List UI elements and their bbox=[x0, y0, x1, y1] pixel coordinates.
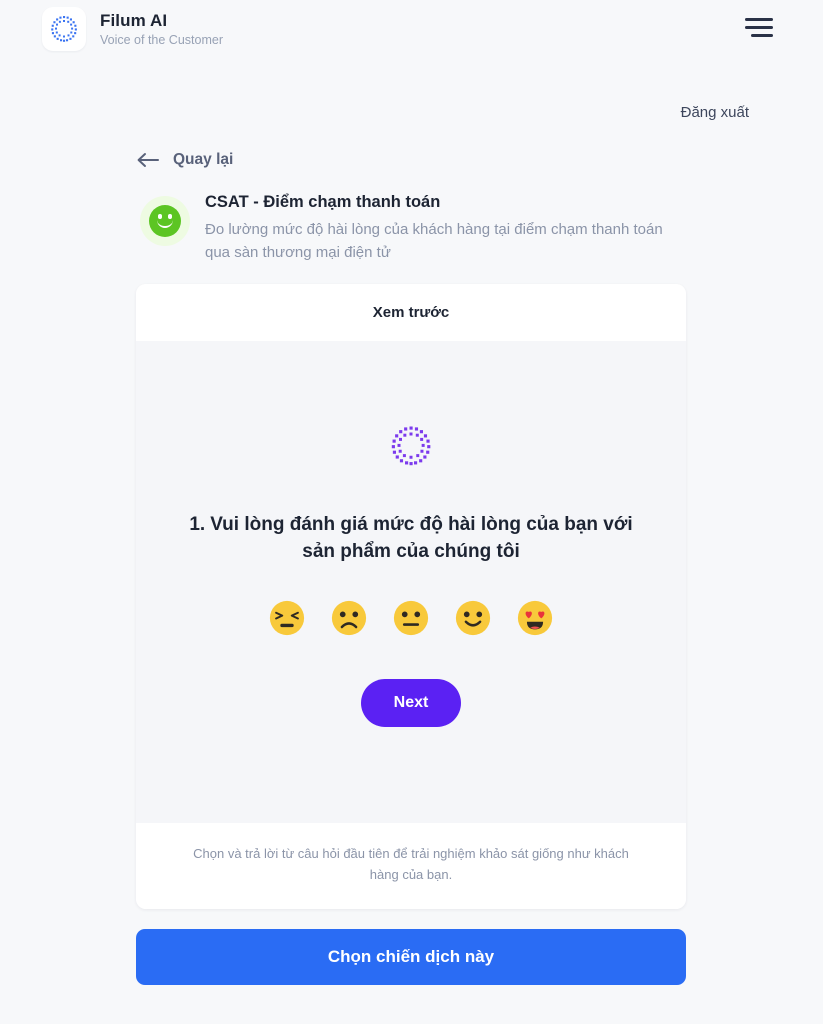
frowning-face-emoji[interactable] bbox=[330, 599, 368, 637]
cta-wrap: Chọn chiến dịch này bbox=[136, 909, 686, 986]
logout-button[interactable]: Đăng xuất bbox=[681, 104, 749, 121]
arrow-left-icon bbox=[137, 153, 159, 167]
hamburger-line bbox=[751, 33, 773, 37]
hamburger-line bbox=[745, 25, 773, 29]
app-name: Filum AI bbox=[100, 11, 168, 31]
hamburger-menu-icon[interactable] bbox=[745, 16, 773, 38]
hamburger-line bbox=[745, 17, 773, 21]
campaign-description: Đo lường mức độ hài lòng của khách hàng … bbox=[205, 221, 663, 261]
question-number: 1. bbox=[189, 514, 206, 535]
persevering-face-emoji[interactable] bbox=[268, 599, 306, 637]
campaign-text: CSAT - Điểm chạm thanh toán Đo lường mức… bbox=[205, 191, 685, 264]
survey-question: 1. Vui lòng đánh giá mức độ hài lòng của … bbox=[172, 511, 650, 565]
dot-circle-logo-icon bbox=[391, 426, 431, 466]
select-campaign-button[interactable]: Chọn chiến dịch này bbox=[136, 929, 686, 986]
preview-footer-hint: Chọn và trả lời từ câu hỏi đầu tiên để t… bbox=[136, 823, 686, 910]
smiley-mouth bbox=[157, 220, 173, 228]
dot-circle-logo-icon bbox=[51, 16, 77, 42]
page-title: CSAT - Điểm chạm thanh toán bbox=[205, 193, 441, 211]
app-logo-tile bbox=[42, 7, 86, 51]
question-text: Vui lòng đánh giá mức độ hài lòng của bạ… bbox=[210, 514, 633, 563]
smiley-circle bbox=[149, 205, 181, 237]
back-button[interactable]: Quay lại bbox=[136, 151, 686, 169]
preview-card-header: Xem trước bbox=[136, 284, 686, 341]
brand-text: Filum AI Voice of the Customer bbox=[100, 11, 223, 47]
app-tagline: Voice of the Customer bbox=[100, 32, 223, 47]
rating-scale bbox=[136, 599, 686, 637]
logout-row: Đăng xuất bbox=[0, 58, 823, 121]
campaign-header: CSAT - Điểm chạm thanh toán Đo lường mức… bbox=[136, 191, 686, 264]
preview-card-body: 1. Vui lòng đánh giá mức độ hài lòng của … bbox=[136, 341, 686, 824]
back-label: Quay lại bbox=[173, 151, 234, 168]
slightly-smiling-face-emoji[interactable] bbox=[454, 599, 492, 637]
survey-logo bbox=[136, 425, 686, 467]
next-button[interactable]: Next bbox=[360, 679, 462, 728]
brand-block: Filum AI Voice of the Customer bbox=[42, 7, 223, 51]
main-content: Quay lại CSAT - Điểm chạm thanh toán Đo … bbox=[136, 121, 686, 986]
green-smiley-face-icon bbox=[140, 196, 190, 246]
smiling-face-with-heart-eyes-emoji[interactable] bbox=[516, 599, 554, 637]
survey-preview-card: Xem trước 1. Vui lòng đánh giá mức độ hà… bbox=[136, 284, 686, 910]
neutral-face-emoji[interactable] bbox=[392, 599, 430, 637]
app-header: Filum AI Voice of the Customer bbox=[0, 0, 823, 58]
